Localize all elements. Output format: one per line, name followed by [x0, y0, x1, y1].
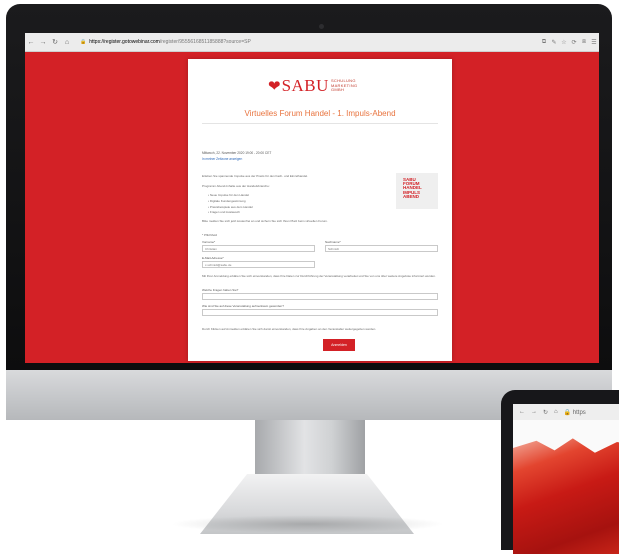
list-item: • Fragen und Austausch: [208, 210, 240, 215]
first-name-field[interactable]: Christian: [202, 245, 315, 252]
tablet-screen: ← → ↻ ⌂ 🔒 https: [513, 404, 619, 554]
extension-icon[interactable]: ⧈: [579, 39, 589, 46]
timezone-link[interactable]: In meiner Zeitzone anzeigen: [202, 157, 242, 161]
reload-icon[interactable]: ↻: [543, 409, 548, 416]
sabu-logo: ❤ SABU SCHULUNG MARKETING GMBH: [268, 76, 358, 95]
url-path: /register/9555616851185888?source=SP: [159, 39, 251, 45]
sync-icon[interactable]: ⟳: [569, 39, 579, 46]
tablet-hero-image: [513, 438, 619, 554]
camera: [319, 24, 324, 29]
event-date: Mittwoch, 22. November 2020 19:00 - 20:0…: [202, 151, 272, 155]
intro-text: Erleben Sie spannende Impulse aus der Pr…: [202, 174, 308, 178]
submit-button[interactable]: Anmelden: [323, 339, 355, 351]
last-name-field[interactable]: Schmidt: [325, 245, 438, 252]
required-hint: * Pflichtfeld: [202, 233, 218, 237]
extension-icon[interactable]: ⧉: [539, 39, 549, 46]
registration-card: ❤ SABU SCHULUNG MARKETING GMBH Virtuelle…: [188, 59, 452, 361]
question1-label: Welche Fragen haben Sie?: [202, 288, 239, 292]
logo-subtitle: SCHULUNG MARKETING GMBH: [330, 78, 358, 93]
forward-icon[interactable]: →: [37, 39, 49, 46]
menu-icon[interactable]: ☰: [589, 39, 599, 46]
consent-text: Mit Ihrer Anmeldung erklären Sie sich ei…: [202, 274, 436, 278]
tablet-browser-toolbar: ← → ↻ ⌂ 🔒 https: [513, 404, 619, 420]
notice-text: Bitte melden Sie sich jetzt kostenfrei a…: [202, 219, 328, 223]
bookmark-icon[interactable]: ☆: [559, 39, 569, 46]
back-icon[interactable]: ←: [25, 39, 37, 46]
first-name-label: Vorname*: [202, 240, 216, 244]
program-list: • Neue Impulse für den Handel • Digitale…: [208, 193, 253, 216]
browser-toolbar: ← → ↻ ⌂ 🔒 https://register.gotowebinar.c…: [25, 33, 599, 52]
list-item: • Neue Impulse für den Handel: [208, 193, 249, 197]
imac-stand-neck: [255, 420, 365, 476]
logo-text: SABU: [281, 76, 329, 95]
tablet-device: ← → ↻ ⌂ 🔒 https: [501, 390, 619, 554]
forward-icon[interactable]: →: [531, 409, 537, 415]
lock-icon: 🔒: [80, 39, 87, 45]
list-item: • Praxisbeispiele aus dem Handel: [208, 204, 253, 209]
last-name-label: Nachname*: [325, 240, 341, 244]
extension-icon[interactable]: ✎: [549, 39, 559, 46]
question2-label: Wie sind Sie auf diese Veranstaltung auf…: [202, 304, 284, 308]
imac-bezel: ← → ↻ ⌂ 🔒 https://register.gotowebinar.c…: [6, 4, 612, 370]
footer-text: Durch Klicken auf Anmelden erklären Sie …: [202, 327, 377, 331]
email-label: E-Mail-Adresse*: [202, 256, 224, 260]
back-icon[interactable]: ←: [519, 409, 525, 415]
reload-icon[interactable]: ↻: [49, 38, 61, 46]
list-item: • Digitale Kundengewinnung: [208, 198, 246, 203]
promo-image: SABU FORUM HANDEL IMPULS ABEND: [396, 173, 438, 209]
monitor-screen: ← → ↻ ⌂ 🔒 https://register.gotowebinar.c…: [25, 33, 599, 363]
program-label: Programm Abend-Inhalte aus der Handelsbr…: [202, 184, 270, 188]
home-icon[interactable]: ⌂: [61, 39, 73, 46]
home-icon[interactable]: ⌂: [554, 409, 558, 415]
email-field[interactable]: c.schmidt@sabu.de: [202, 261, 315, 268]
url-host: https://register.gotowebinar.com: [89, 39, 160, 45]
stand-shadow: [170, 515, 445, 533]
address-bar[interactable]: 🔒 https://register.gotowebinar.com /regi…: [77, 37, 254, 48]
event-title: Virtuelles Forum Handel - 1. Impuls-Aben…: [244, 109, 396, 118]
tablet-address-bar[interactable]: 🔒 https: [564, 409, 586, 416]
heart-icon: ❤: [268, 77, 281, 95]
question2-field[interactable]: [202, 309, 438, 316]
divider: [202, 123, 438, 124]
question1-field[interactable]: [202, 293, 438, 300]
